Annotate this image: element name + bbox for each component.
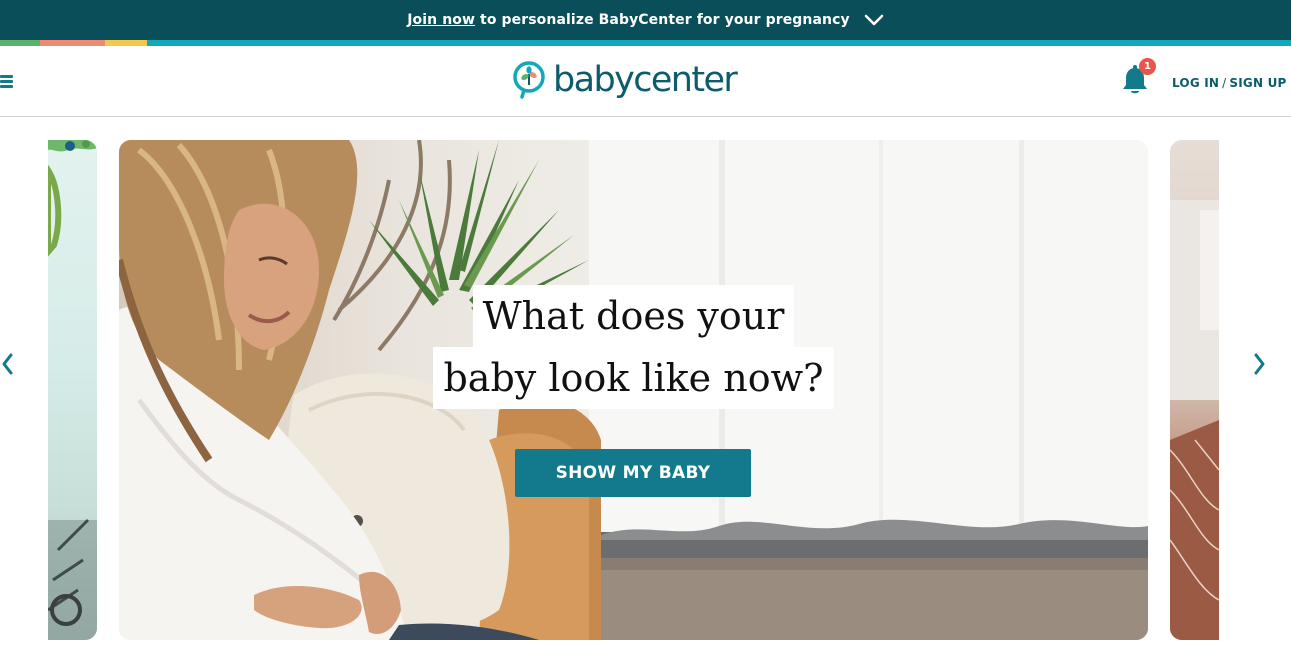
hero-title-line-1: What does your	[472, 285, 795, 347]
join-now-link[interactable]: Join now	[407, 12, 475, 28]
signup-link[interactable]: SIGN UP	[1229, 76, 1286, 90]
login-link[interactable]: LOG IN	[1172, 76, 1219, 90]
logo-mark-icon	[513, 61, 545, 99]
site-header: babycenter 1 LOG IN / SIGN UP	[0, 46, 1291, 117]
chevron-left-icon[interactable]	[0, 352, 16, 376]
hero-card: What does your baby look like now? SHOW …	[119, 140, 1148, 640]
babycenter-logo[interactable]: babycenter	[512, 58, 738, 102]
promo-banner: Join now to personalize BabyCenter for y…	[0, 0, 1291, 40]
hero-title: What does your baby look like now?	[119, 285, 1148, 409]
chevron-right-icon[interactable]	[1251, 352, 1267, 376]
auth-separator: /	[1222, 76, 1227, 90]
auth-links: LOG IN / SIGN UP	[1172, 76, 1287, 90]
hamburger-menu-icon[interactable]	[0, 73, 14, 89]
hero-title-line-2: baby look like now?	[433, 347, 834, 409]
chevron-down-icon[interactable]	[864, 14, 884, 26]
promo-message: to personalize BabyCenter for your pregn…	[480, 12, 850, 28]
logo-wordmark: babycenter	[553, 60, 738, 100]
carousel-card-previous[interactable]	[48, 140, 97, 640]
show-my-baby-button[interactable]: SHOW MY BABY	[515, 449, 751, 497]
carousel-card-next[interactable]	[1170, 140, 1219, 640]
notification-badge: 1	[1139, 58, 1156, 75]
